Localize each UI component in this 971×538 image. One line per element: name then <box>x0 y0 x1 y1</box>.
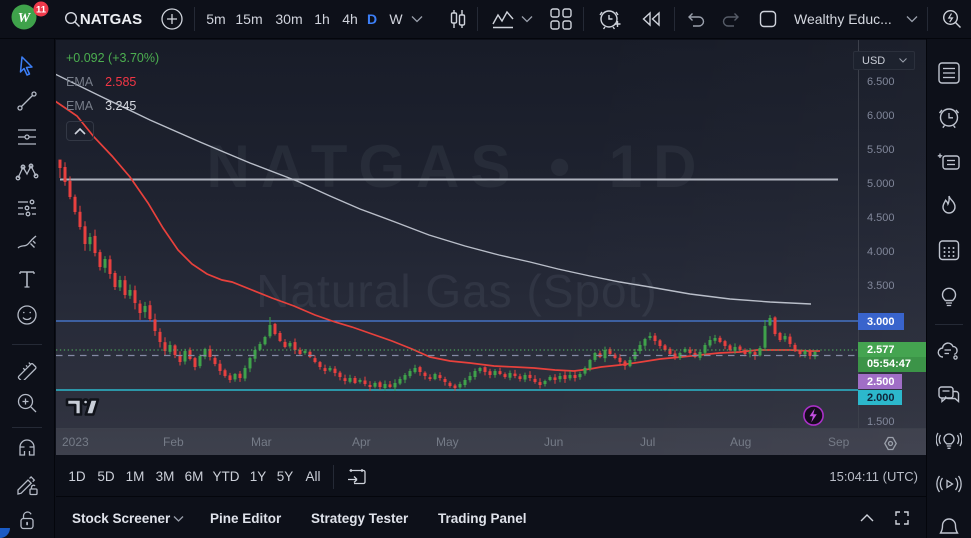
svg-text:11: 11 <box>36 5 47 16</box>
svg-text:W: W <box>18 11 32 26</box>
